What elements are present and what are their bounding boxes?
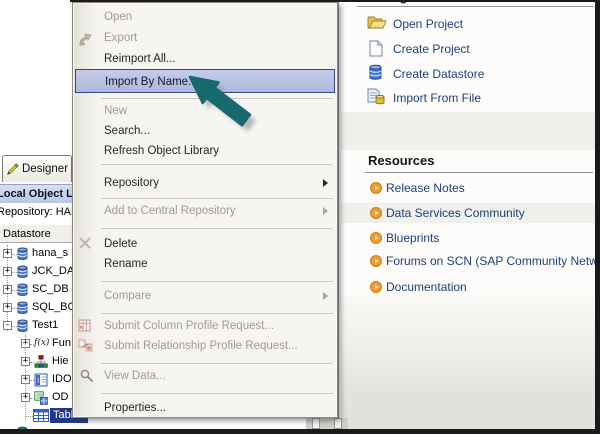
- application-window: Designer Local Object Li Repository: HAN…: [0, 0, 600, 434]
- create-datastore-icon: [368, 64, 383, 86]
- designer-pencil-icon: [6, 163, 19, 176]
- orange-arrow-bullet-icon: [370, 207, 382, 219]
- import-file-icon: [367, 88, 386, 111]
- tree-item-label[interactable]: Fun: [52, 337, 71, 349]
- link-data-services-community[interactable]: Data Services Community: [386, 206, 525, 220]
- menu-item-repository[interactable]: Repository: [75, 173, 335, 193]
- context-menu: Open Export Reimport All... Import By Na…: [72, 2, 338, 418]
- orange-arrow-bullet-icon: [370, 255, 382, 267]
- link-create-project[interactable]: Create Project: [393, 42, 470, 56]
- tree-expander[interactable]: +: [21, 339, 30, 348]
- submenu-arrow-icon: [323, 179, 328, 187]
- menu-item-new: New: [75, 101, 335, 121]
- menu-item-label: Repository: [104, 173, 159, 193]
- menu-item-reimport-all[interactable]: Reimport All...: [75, 49, 335, 69]
- tab-designer-label: Designer: [22, 163, 68, 175]
- tree-expander[interactable]: +: [21, 357, 30, 366]
- menu-item-label: Submit Column Profile Request...: [104, 316, 274, 336]
- tree-expander[interactable]: +: [3, 285, 12, 294]
- link-blueprints[interactable]: Blueprints: [386, 231, 439, 245]
- menu-separator: [101, 228, 333, 229]
- orange-arrow-bullet-icon: [370, 182, 382, 194]
- link-documentation[interactable]: Documentation: [386, 280, 467, 294]
- tree-expander[interactable]: +: [21, 393, 30, 402]
- menu-item-label: Properties...: [104, 398, 166, 418]
- tree-item-label[interactable]: SC_DB: [32, 283, 69, 295]
- tree-item-label[interactable]: SQL_BO: [32, 301, 76, 313]
- menu-item-label: Reimport All...: [104, 49, 176, 69]
- tree-expander[interactable]: +: [3, 249, 12, 258]
- tree-item-label[interactable]: IDO: [52, 373, 72, 385]
- resources-header: Resources: [368, 153, 434, 168]
- orange-arrow-bullet-icon: [370, 281, 382, 293]
- window-border-bottom: [0, 429, 600, 434]
- tree-item-label[interactable]: OD: [52, 391, 69, 403]
- menu-item-import-by-name[interactable]: Import By Name...: [75, 69, 335, 93]
- menu-item-add-to-central-repository: Add to Central Repository: [75, 201, 335, 221]
- menu-item-label: Submit Relationship Profile Request...: [104, 336, 298, 356]
- tree-expander[interactable]: -: [3, 321, 12, 330]
- menu-item-view-data: View Data...: [75, 366, 335, 386]
- menu-separator: [101, 393, 333, 394]
- menu-item-label: New: [104, 101, 127, 121]
- menu-item-label: Rename: [104, 254, 147, 274]
- link-open-project[interactable]: Open Project: [393, 17, 463, 31]
- tab-designer[interactable]: Designer: [2, 155, 72, 182]
- scrollbar-fragment[interactable]: [306, 418, 348, 429]
- menu-item-label: Export: [104, 28, 137, 48]
- tree-item-label[interactable]: Hie: [52, 355, 69, 367]
- menu-item-label: Compare: [104, 286, 151, 306]
- svg-text:i: i: [37, 376, 39, 385]
- background-stripe: [341, 112, 596, 150]
- link-import-from-file[interactable]: Import From File: [393, 91, 481, 105]
- link-release-notes[interactable]: Release Notes: [386, 181, 465, 195]
- menu-separator: [101, 164, 333, 165]
- menu-item-label: Refresh Object Library: [104, 141, 219, 161]
- menu-separator: [101, 363, 333, 364]
- submenu-arrow-icon: [323, 292, 328, 300]
- menu-item-compare: Compare: [75, 286, 335, 306]
- tree-item-label[interactable]: hana_s: [32, 247, 68, 259]
- window-border-top: [70, 0, 600, 2]
- menu-item-rename[interactable]: Rename: [75, 254, 335, 274]
- menu-separator: [101, 98, 333, 99]
- menu-item-properties[interactable]: Properties...: [75, 398, 335, 418]
- open-folder-icon: [367, 14, 387, 35]
- menu-item-label: Import By Name...: [105, 70, 198, 94]
- window-border-right: [595, 0, 600, 434]
- tree-expander[interactable]: +: [21, 375, 30, 384]
- menu-item-label: Open: [104, 7, 132, 27]
- section-divider: [365, 172, 593, 173]
- link-create-datastore[interactable]: Create Datastore: [393, 67, 484, 81]
- background-fade: [341, 296, 596, 430]
- menu-item-open: Open: [75, 7, 335, 27]
- menu-item-export: Export: [75, 28, 335, 48]
- menu-item-search[interactable]: Search...: [75, 121, 335, 141]
- submenu-arrow-icon: [323, 207, 328, 215]
- menu-item-label: Search...: [104, 121, 150, 141]
- menu-item-label: Delete: [104, 234, 137, 254]
- menu-item-submit-relationship-profile-request: Submit Relationship Profile Request...: [75, 336, 335, 356]
- new-page-icon: [369, 40, 383, 62]
- menu-item-delete[interactable]: Delete: [75, 234, 335, 254]
- start-page-panel: Getting Started Open Project Create Proj…: [337, 0, 596, 430]
- tree-item-label[interactable]: Test1: [32, 319, 58, 331]
- menu-item-refresh-object-library[interactable]: Refresh Object Library: [75, 141, 335, 161]
- orange-arrow-bullet-icon: [370, 232, 382, 244]
- menu-separator: [101, 198, 333, 199]
- menu-item-label: Add to Central Repository: [104, 201, 236, 221]
- functions-icon: f(x): [34, 338, 49, 348]
- tree-expander[interactable]: +: [3, 303, 12, 312]
- link-forums-scn[interactable]: Forums on SCN (SAP Community Network): [386, 254, 600, 268]
- tree-item-label[interactable]: JCK_DA: [32, 265, 74, 277]
- section-divider: [357, 6, 593, 7]
- tree-expander[interactable]: +: [3, 267, 12, 276]
- menu-item-submit-column-profile-request: Submit Column Profile Request...: [75, 316, 335, 336]
- menu-item-label: View Data...: [104, 366, 166, 386]
- menu-separator: [101, 313, 333, 314]
- menu-separator: [101, 281, 333, 282]
- tables-icon: [33, 409, 49, 427]
